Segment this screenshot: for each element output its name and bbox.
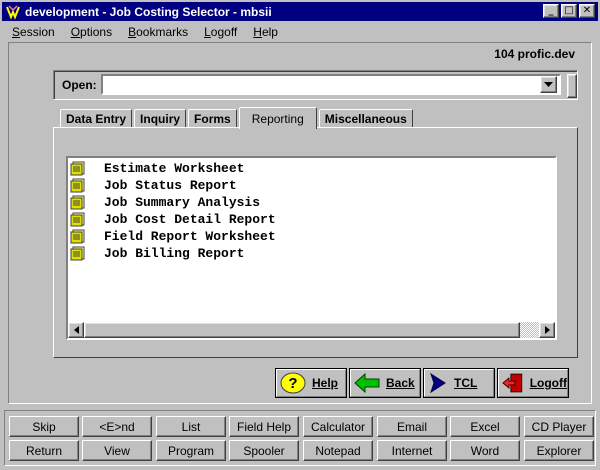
email-button[interactable]: Email [377, 416, 447, 437]
logoff-button[interactable]: Logoff [497, 368, 569, 398]
list-item[interactable]: Estimate Worksheet [70, 160, 244, 177]
chevron-left-icon [73, 326, 79, 334]
word-button[interactable]: Word [450, 440, 520, 461]
document-icon [70, 246, 86, 261]
scroll-right-button[interactable] [539, 322, 555, 338]
tab-forms[interactable]: Forms [188, 109, 237, 128]
close-icon: ✕ [582, 5, 592, 16]
close-button[interactable]: ✕ [579, 4, 595, 18]
end-button[interactable]: <E>nd [82, 416, 152, 437]
field-help-button[interactable]: Field Help [229, 416, 299, 437]
report-label: Job Summary Analysis [104, 195, 261, 210]
chevron-right-icon [430, 372, 446, 394]
tab-miscellaneous[interactable]: Miscellaneous [318, 109, 413, 128]
open-group: Open: [53, 70, 578, 100]
report-list[interactable]: Estimate Worksheet Job Status Report Job… [66, 156, 557, 340]
server-label: 104 profic.dev [494, 47, 575, 61]
menu-session[interactable]: Session [2, 25, 61, 39]
notepad-button[interactable]: Notepad [303, 440, 373, 461]
tab-inquiry[interactable]: Inquiry [134, 109, 187, 128]
program-button[interactable]: Program [156, 440, 226, 461]
skip-button[interactable]: Skip [9, 416, 79, 437]
report-label: Field Report Worksheet [104, 229, 276, 244]
report-label: Job Billing Report [104, 246, 245, 261]
tab-panel: Estimate Worksheet Job Status Report Job… [53, 127, 578, 358]
document-icon [70, 161, 86, 176]
help-button[interactable]: ? Help [275, 368, 347, 398]
list-item[interactable]: Field Report Worksheet [70, 228, 276, 245]
document-icon [70, 212, 86, 227]
function-key-panel: Skip <E>nd List Field Help Calculator Em… [4, 410, 596, 466]
report-label: Job Status Report [104, 178, 237, 193]
main-panel: 104 profic.dev Open: Data Entry Inquiry … [8, 42, 592, 404]
document-icon [70, 178, 86, 193]
menu-bookmarks[interactable]: Bookmarks [118, 25, 194, 39]
maximize-icon: □ [564, 5, 574, 16]
minimize-icon: _ [548, 5, 554, 16]
tab-reporting[interactable]: Reporting [238, 107, 317, 129]
open-side-button[interactable] [567, 74, 577, 98]
horizontal-scrollbar[interactable] [68, 322, 555, 338]
exit-door-icon [502, 373, 523, 393]
back-button[interactable]: Back [349, 368, 421, 398]
tcl-button[interactable]: TCL [423, 368, 495, 398]
list-item[interactable]: Job Cost Detail Report [70, 211, 276, 228]
cd-player-button[interactable]: CD Player [524, 416, 594, 437]
app-icon[interactable] [5, 4, 21, 20]
document-icon [70, 229, 86, 244]
report-label: Estimate Worksheet [104, 161, 245, 176]
spooler-button[interactable]: Spooler [229, 440, 299, 461]
list-item[interactable]: Job Billing Report [70, 245, 244, 262]
svg-text:?: ? [288, 375, 297, 392]
list-button[interactable]: List [156, 416, 226, 437]
maximize-button[interactable]: □ [561, 4, 577, 18]
tab-bar: Data Entry Inquiry Forms Reporting Misce… [60, 106, 415, 129]
title-bar: development - Job Costing Selector - mbs… [2, 2, 598, 21]
menu-logoff[interactable]: Logoff [194, 25, 243, 39]
document-icon [70, 195, 86, 210]
report-label: Job Cost Detail Report [104, 212, 276, 227]
return-button[interactable]: Return [9, 440, 79, 461]
arrow-left-icon [354, 373, 380, 393]
window-title: development - Job Costing Selector - mbs… [25, 4, 272, 19]
list-item[interactable]: Job Summary Analysis [70, 194, 260, 211]
minimize-button[interactable]: _ [543, 4, 559, 18]
chevron-right-icon [544, 326, 550, 334]
view-button[interactable]: View [82, 440, 152, 461]
question-icon: ? [280, 372, 306, 394]
calculator-button[interactable]: Calculator [303, 416, 373, 437]
scroll-left-button[interactable] [68, 322, 84, 338]
internet-button[interactable]: Internet [377, 440, 447, 461]
open-input[interactable] [101, 74, 561, 95]
menu-help[interactable]: Help [243, 25, 284, 39]
tab-data-entry[interactable]: Data Entry [60, 109, 133, 128]
list-item[interactable]: Job Status Report [70, 177, 237, 194]
open-label: Open: [62, 78, 97, 92]
chevron-down-icon [544, 82, 553, 87]
scrollbar-thumb[interactable] [84, 322, 520, 338]
explorer-button[interactable]: Explorer [524, 440, 594, 461]
menu-options[interactable]: Options [61, 25, 118, 39]
excel-button[interactable]: Excel [450, 416, 520, 437]
open-dropdown-button[interactable] [540, 76, 557, 93]
menu-bar: Session Options Bookmarks Logoff Help [2, 22, 598, 42]
